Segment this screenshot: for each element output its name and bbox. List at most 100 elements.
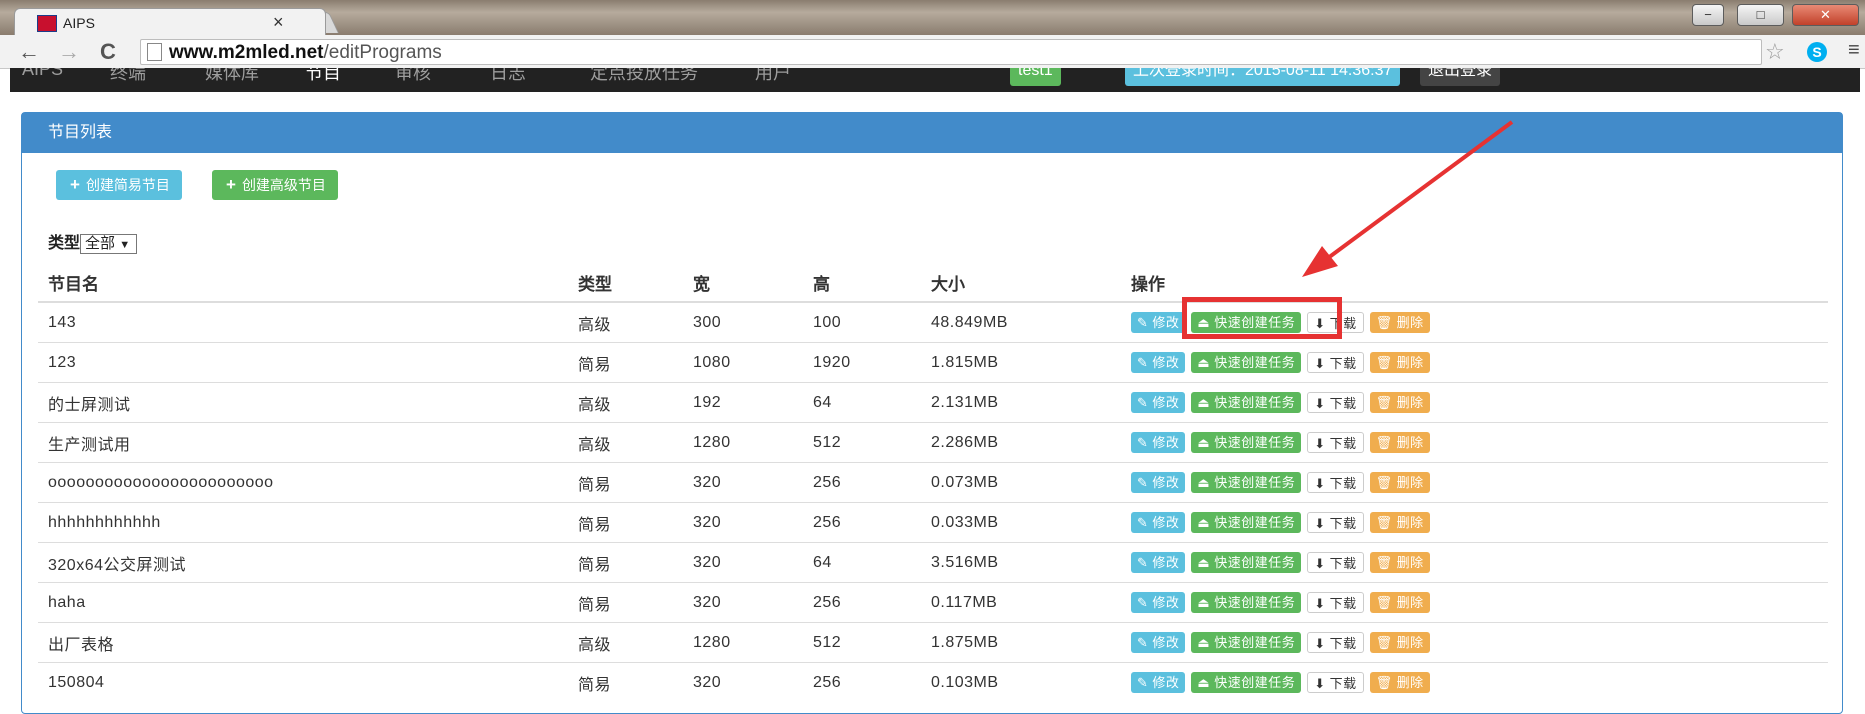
quick-create-task-button[interactable]: ⏏ 快速创建任务 [1191,592,1302,613]
delete-label: 删除 [1396,635,1424,650]
program-name-cell: 出厂表格 [38,622,578,663]
quick-create-task-button[interactable]: ⏏ 快速创建任务 [1191,392,1302,413]
delete-label: 删除 [1396,515,1424,530]
edit-button[interactable]: ✎ 修改 [1131,352,1186,373]
tab-close-icon[interactable]: × [273,12,284,33]
program-name-cell: 的士屏测试 [38,382,578,423]
quick-create-task-button[interactable]: ⏏ 快速创建任务 [1191,552,1302,573]
quick-create-task-button[interactable]: ⏏ 快速创建任务 [1191,432,1302,453]
download-button[interactable]: ⬇ 下载 [1307,352,1364,373]
download-button[interactable]: ⬇ 下载 [1307,432,1364,453]
create-advanced-program-button[interactable]: + 创建高级节目 [212,170,338,200]
type-filter-label: 类型 [48,235,81,252]
program-name-cell: oooooooooooooooooooooooo [38,462,578,503]
edit-button[interactable]: ✎ 修改 [1131,632,1186,653]
trash-icon: 🗑 [1375,555,1393,570]
delete-button[interactable]: 🗑 删除 [1369,472,1430,493]
delete-button[interactable]: 🗑 删除 [1369,632,1430,653]
nav-item-review[interactable]: 审核 [395,68,431,85]
download-button[interactable]: ⬇ 下载 [1307,632,1364,653]
download-button[interactable]: ⬇ 下载 [1307,512,1364,533]
quick-create-task-button[interactable]: ⏏ 快速创建任务 [1191,472,1302,493]
program-actions-cell: ✎ 修改 ⏏ 快速创建任务 ⬇ 下载 🗑 删除 [1131,662,1828,702]
window-minimize-button[interactable]: − [1692,4,1724,26]
annotation-highlight-box [1182,297,1342,339]
plus-icon: + [226,175,236,194]
nav-item-terminal[interactable]: 终端 [110,68,146,85]
edit-button[interactable]: ✎ 修改 [1131,392,1186,413]
program-size-cell: 0.103MB [931,662,1131,702]
delete-label: 删除 [1396,355,1424,370]
nav-item-users[interactable]: 用户 [755,68,791,85]
delete-button[interactable]: 🗑 删除 [1369,592,1430,613]
quick-create-task-button[interactable]: ⏏ 快速创建任务 [1191,512,1302,533]
delete-button[interactable]: 🗑 删除 [1369,352,1430,373]
download-icon: ⬇ [1314,436,1326,451]
edit-label: 修改 [1152,635,1180,650]
download-button[interactable]: ⬇ 下载 [1307,592,1364,613]
trash-icon: 🗑 [1375,355,1393,370]
edit-icon: ✎ [1137,595,1149,610]
window-close-button[interactable]: ✕ [1792,4,1859,26]
program-width-cell: 320 [693,662,813,702]
nav-item-media[interactable]: 媒体库 [205,68,259,85]
download-button[interactable]: ⬇ 下载 [1307,552,1364,573]
program-actions-cell: ✎ 修改 ⏏ 快速创建任务 ⬇ 下载 🗑 删除 [1131,542,1828,583]
edit-button[interactable]: ✎ 修改 [1131,552,1186,573]
program-width-cell: 320 [693,462,813,503]
quick-create-task-button[interactable]: ⏏ 快速创建任务 [1191,352,1302,373]
program-size-cell: 2.131MB [931,382,1131,423]
program-actions-cell: ✎ 修改 ⏏ 快速创建任务 ⬇ 下载 🗑 删除 [1131,382,1828,423]
edit-button[interactable]: ✎ 修改 [1131,472,1186,493]
logout-button[interactable]: 退出登录 [1420,68,1501,86]
download-label: 下载 [1329,596,1357,611]
window-maximize-button[interactable]: □ [1737,4,1784,26]
user-button[interactable]: test1 [1010,68,1061,86]
quick-create-task-button[interactable]: ⏏ 快速创建任务 [1191,632,1302,653]
browser-tab-aips[interactable]: AIPS × [14,8,326,36]
nav-item-programs[interactable]: 节目 [305,68,341,85]
program-size-cell: 0.117MB [931,582,1131,623]
program-height-cell: 256 [813,502,931,543]
edit-label: 修改 [1152,555,1180,570]
delete-button[interactable]: 🗑 删除 [1369,512,1430,533]
program-actions-cell: ✎ 修改 ⏏ 快速创建任务 ⬇ 下载 🗑 删除 [1131,582,1828,623]
reload-icon[interactable]: C [100,39,116,65]
nav-item-logs[interactable]: 日志 [490,68,526,85]
col-header-width: 宽 [693,263,813,303]
bookmark-star-icon[interactable]: ☆ [1765,39,1785,65]
edit-icon: ✎ [1137,635,1149,650]
nav-item-targeted-tasks[interactable]: 定点投放任务 [590,68,698,85]
delete-button[interactable]: 🗑 删除 [1369,392,1430,413]
table-row: 生产测试用 高级 1280 512 2.286MB ✎ 修改 ⏏ 快速创建任务 ⬇ 下载 🗑 删除 [38,422,1828,463]
delete-button[interactable]: 🗑 删除 [1369,312,1430,333]
edit-button[interactable]: ✎ 修改 [1131,592,1186,613]
program-type-cell: 简易 [578,662,693,702]
trash-icon: 🗑 [1375,515,1393,530]
table-row: 320x64公交屏测试 简易 320 64 3.516MB ✎ 修改 ⏏ 快速创建任务 ⬇ 下载 🗑 删… [38,542,1828,583]
edit-button[interactable]: ✎ 修改 [1131,432,1186,453]
skype-extension-icon[interactable]: S [1807,42,1827,62]
browser-menu-icon[interactable]: ≡ [1848,39,1860,62]
forward-icon[interactable]: → [58,39,80,65]
edit-icon: ✎ [1137,315,1149,330]
edit-button[interactable]: ✎ 修改 [1131,512,1186,533]
program-width-cell: 320 [693,502,813,543]
program-name-cell: 123 [38,342,578,383]
program-type-cell: 简易 [578,502,693,543]
create-simple-program-button[interactable]: + 创建简易节目 [56,170,182,200]
download-button[interactable]: ⬇ 下载 [1307,472,1364,493]
address-bar[interactable]: www.m2mled.net/editPrograms [140,39,1762,65]
nav-brand[interactable]: AIPS [22,68,63,80]
edit-icon: ✎ [1137,395,1149,410]
delete-label: 删除 [1396,595,1424,610]
edit-button[interactable]: ✎ 修改 [1131,312,1186,333]
type-filter-select[interactable]: 全部 ▼ [80,234,138,254]
tab-title: AIPS [63,15,95,31]
download-button[interactable]: ⬇ 下载 [1307,392,1364,413]
delete-button[interactable]: 🗑 删除 [1369,432,1430,453]
program-height-cell: 1920 [813,342,931,383]
program-width-cell: 300 [693,301,813,343]
back-icon[interactable]: ← [18,39,40,65]
delete-button[interactable]: 🗑 删除 [1369,552,1430,573]
